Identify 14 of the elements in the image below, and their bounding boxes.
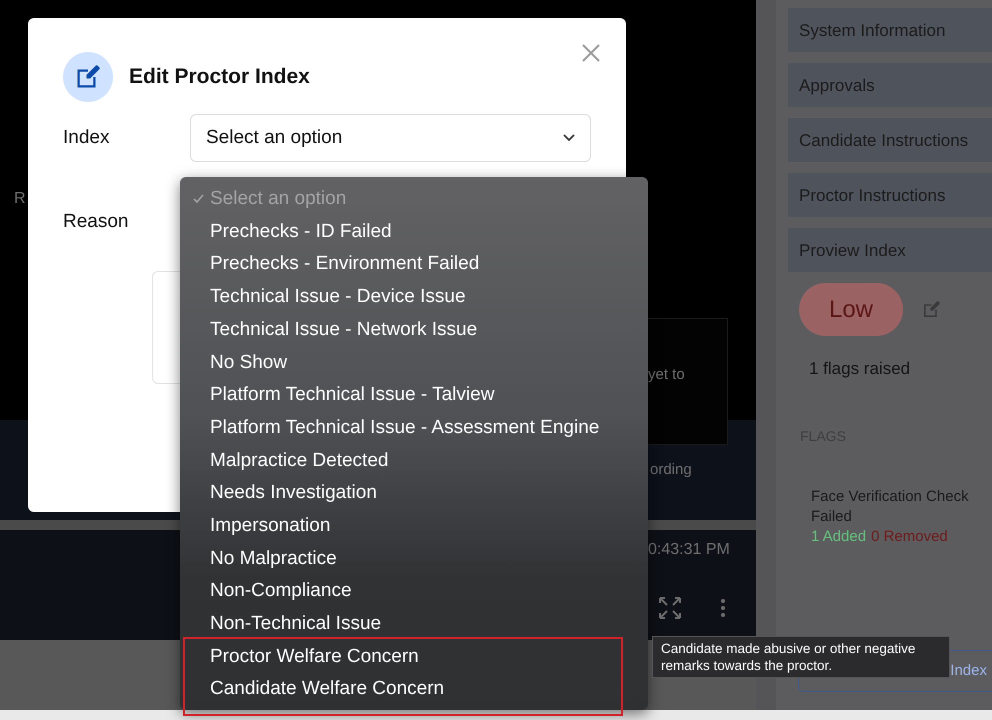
dropdown-option: Select an option — [180, 183, 648, 216]
added-count: 1 Added — [811, 526, 866, 546]
flags-count: 1 flags raised — [809, 358, 912, 380]
field-label: Reason — [63, 210, 130, 234]
time-text: 0:43:31 PM — [648, 540, 731, 560]
label-text: R — [14, 189, 26, 209]
message-text: yet to — [648, 366, 685, 383]
tooltip: Candidate made abusive or other negative remarks towards the proctor. — [652, 636, 950, 678]
field-label: Index — [63, 126, 110, 150]
flag-title: Face Verification Check Failed — [811, 486, 970, 526]
modal-title: Edit Proctor Index — [129, 64, 310, 90]
removed-count: 0 Removed — [871, 526, 948, 546]
recording-label: ording — [650, 460, 692, 480]
risk-badge: Low — [799, 283, 903, 336]
